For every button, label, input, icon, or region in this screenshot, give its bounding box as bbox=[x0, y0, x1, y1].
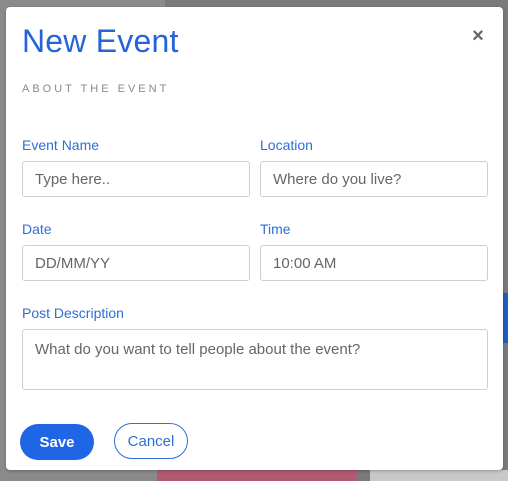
date-label: Date bbox=[22, 221, 52, 237]
location-placeholder: Where do you live? bbox=[273, 170, 402, 188]
location-label: Location bbox=[260, 137, 313, 153]
new-event-modal: New Event × ABOUT THE EVENT Event Name T… bbox=[6, 7, 503, 470]
close-icon[interactable]: × bbox=[469, 25, 487, 47]
section-subtitle: ABOUT THE EVENT bbox=[22, 83, 170, 95]
save-button[interactable]: Save bbox=[20, 424, 94, 460]
time-input[interactable]: 10:00 AM bbox=[260, 245, 488, 281]
background-card bbox=[370, 470, 508, 481]
date-placeholder: DD/MM/YY bbox=[35, 254, 110, 272]
post-description-textarea[interactable]: What do you want to tell people about th… bbox=[22, 329, 488, 390]
post-description-label: Post Description bbox=[22, 305, 124, 321]
date-input[interactable]: DD/MM/YY bbox=[22, 245, 250, 281]
time-label: Time bbox=[260, 221, 291, 237]
location-input[interactable]: Where do you live? bbox=[260, 161, 488, 197]
time-value: 10:00 AM bbox=[273, 254, 337, 272]
event-name-input[interactable]: Type here.. bbox=[22, 161, 250, 197]
event-name-placeholder: Type here.. bbox=[35, 170, 111, 188]
modal-title: New Event bbox=[22, 23, 179, 59]
background-photo bbox=[157, 470, 357, 481]
cancel-button[interactable]: Cancel bbox=[114, 423, 188, 459]
post-description-placeholder: What do you want to tell people about th… bbox=[35, 341, 361, 358]
event-name-label: Event Name bbox=[22, 137, 100, 153]
